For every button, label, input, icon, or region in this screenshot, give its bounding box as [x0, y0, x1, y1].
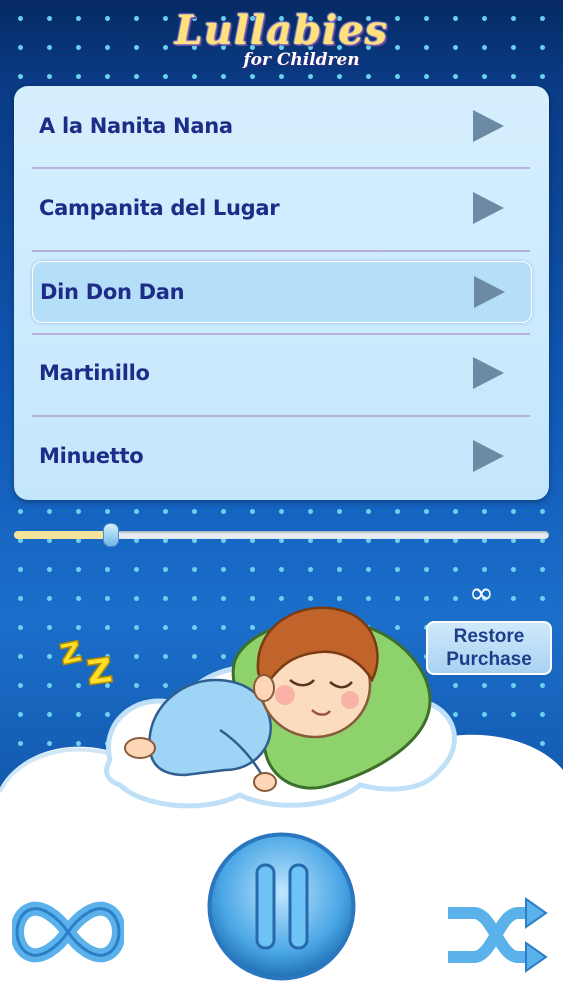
- song-item-selected[interactable]: Din Don Dan: [32, 261, 532, 323]
- song-title: Minuetto: [39, 444, 144, 468]
- song-item[interactable]: A la Nanita Nana: [32, 96, 530, 156]
- divider: [32, 333, 530, 335]
- play-icon[interactable]: [473, 440, 504, 472]
- song-item[interactable]: Campanita del Lugar: [32, 178, 530, 238]
- progress-slider[interactable]: [14, 523, 549, 547]
- song-title: A la Nanita Nana: [39, 114, 233, 138]
- play-icon[interactable]: [473, 192, 504, 224]
- song-title: Martinillo: [39, 361, 150, 385]
- shuffle-icon[interactable]: [444, 895, 548, 975]
- divider: [32, 415, 530, 417]
- play-icon[interactable]: [473, 110, 504, 142]
- infinity-loop-icon[interactable]: [12, 897, 124, 967]
- divider: [32, 167, 530, 169]
- song-title: Campanita del Lugar: [39, 196, 280, 220]
- song-list: A la Nanita Nana Campanita del Lugar Din…: [14, 86, 549, 500]
- svg-text:z: z: [82, 639, 116, 696]
- play-icon[interactable]: [474, 276, 505, 308]
- logo-subtitle: for Children: [243, 50, 360, 70]
- slider-thumb[interactable]: [103, 523, 120, 547]
- song-item[interactable]: Martinillo: [32, 343, 530, 403]
- song-title: Din Don Dan: [40, 280, 185, 304]
- progress-fill: [14, 531, 111, 539]
- logo-title: Lullabies: [174, 7, 389, 54]
- pause-button[interactable]: [205, 830, 358, 983]
- play-icon[interactable]: [473, 357, 504, 389]
- divider: [32, 250, 530, 252]
- song-item[interactable]: Minuetto: [32, 426, 530, 486]
- zzz-icon: z: [55, 626, 86, 674]
- app-logo: Lullabies for Children: [0, 7, 563, 71]
